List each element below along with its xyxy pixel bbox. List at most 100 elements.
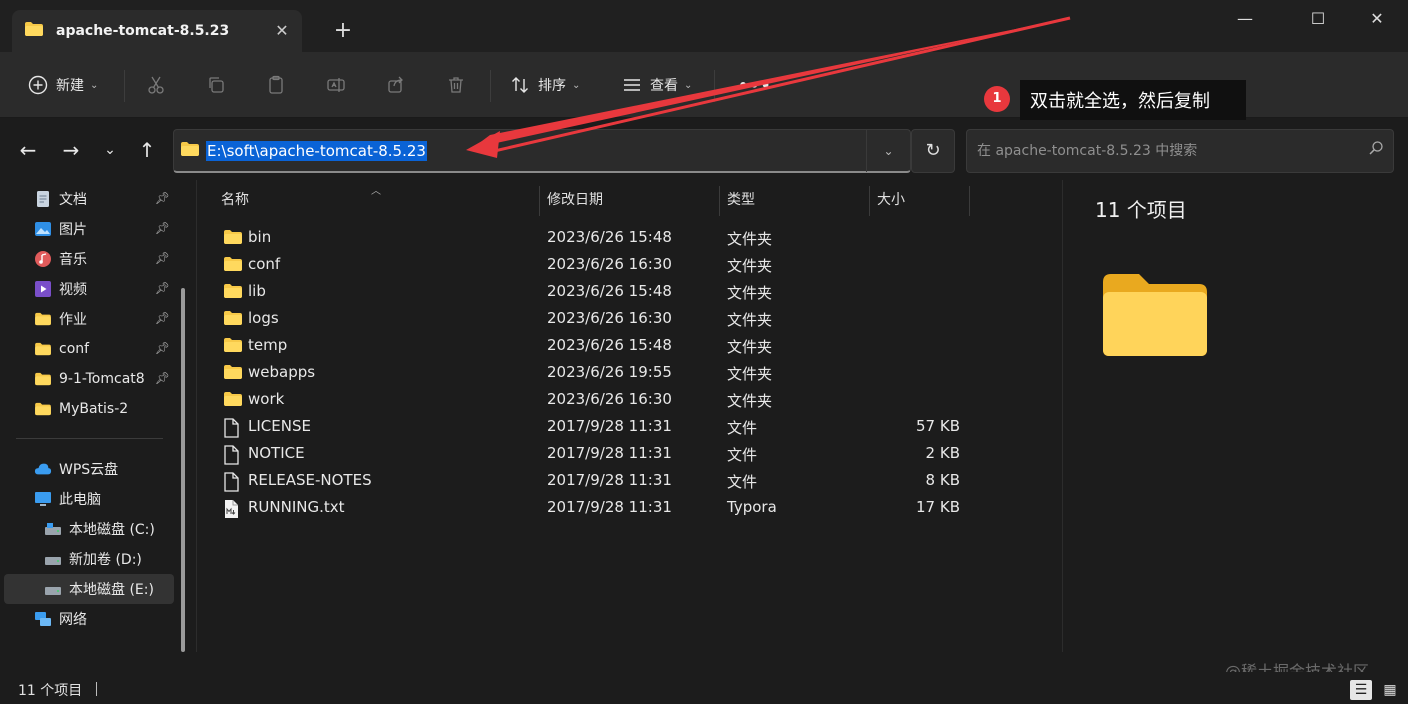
- pin-icon[interactable]: 📌︎: [155, 281, 170, 295]
- new-button[interactable]: 新建 ⌄: [26, 70, 98, 100]
- file-row[interactable]: webapps 2023/6/26 19:55 文件夹: [197, 360, 1063, 387]
- paste-button[interactable]: [264, 70, 288, 100]
- search-box[interactable]: [966, 129, 1394, 173]
- pin-icon[interactable]: 📌︎: [155, 311, 170, 325]
- file-row[interactable]: work 2023/6/26 16:30 文件夹: [197, 387, 1063, 414]
- pin-icon[interactable]: 📌︎: [155, 191, 170, 205]
- column-header-size[interactable]: 大小: [877, 190, 905, 218]
- column-header-name[interactable]: 名称: [221, 190, 249, 218]
- file-row[interactable]: RELEASE-NOTES 2017/9/28 11:31 文件 8 KB: [197, 468, 1063, 495]
- file-date: 2017/9/28 11:31: [547, 498, 672, 516]
- sidebar-scrollbar[interactable]: [181, 288, 185, 652]
- details-view-icon[interactable]: ☰: [1350, 680, 1372, 700]
- tab-close-icon[interactable]: ✕: [272, 21, 292, 41]
- sidebar-divider: [16, 438, 163, 439]
- file-row[interactable]: bin 2023/6/26 15:48 文件夹: [197, 225, 1063, 252]
- folder-icon: [223, 256, 243, 276]
- pin-icon[interactable]: 📌︎: [155, 251, 170, 265]
- sidebar-item-tomcat8[interactable]: 9-1-Tomcat8 📌︎: [4, 364, 174, 394]
- file-row[interactable]: LICENSE 2017/9/28 11:31 文件 57 KB: [197, 414, 1063, 441]
- file-date: 2023/6/26 16:30: [547, 390, 672, 408]
- toolbar-divider: [714, 70, 715, 102]
- column-divider[interactable]: [719, 186, 720, 216]
- sidebar-item-drive-d[interactable]: 新加卷 (D:): [4, 544, 174, 574]
- folder-icon: [223, 310, 243, 330]
- address-dropdown-chevron-icon[interactable]: ⌄: [866, 130, 910, 172]
- search-input[interactable]: [977, 143, 1357, 159]
- new-label: 新建: [56, 78, 84, 94]
- sidebar-item-drive-e[interactable]: 本地磁盘 (E:): [4, 574, 174, 604]
- sidebar-item-mybatis[interactable]: MyBatis-2: [4, 394, 174, 424]
- drive-icon: [44, 520, 62, 538]
- address-path-selected[interactable]: E:\soft\apache-tomcat-8.5.23: [206, 140, 427, 161]
- sidebar-item-conf[interactable]: conf 📌︎: [4, 334, 174, 364]
- file-type: 文件: [727, 419, 758, 437]
- file-name: RUNNING.txt: [248, 498, 345, 516]
- file-list: ︿ 名称 修改日期 类型 大小 bin 2023/6/26 15:48 文件夹 …: [196, 180, 1062, 652]
- column-divider[interactable]: [869, 186, 870, 216]
- file-row[interactable]: lib 2023/6/26 15:48 文件夹: [197, 279, 1063, 306]
- sidebar-item-videos[interactable]: 视频 📌︎: [4, 274, 174, 304]
- large-icons-view-icon[interactable]: ▦: [1380, 680, 1400, 700]
- pin-icon[interactable]: 📌︎: [155, 341, 170, 355]
- rename-icon: [324, 73, 348, 97]
- folder-icon: [34, 370, 52, 388]
- pin-icon[interactable]: 📌︎: [155, 371, 170, 385]
- sidebar-item-homework[interactable]: 作业 📌︎: [4, 304, 174, 334]
- toolbar-divider: [490, 70, 491, 102]
- sidebar-item-documents[interactable]: 文档 📌︎: [4, 184, 174, 214]
- share-icon: [384, 73, 408, 97]
- more-options-button[interactable]: •••: [738, 70, 772, 100]
- video-icon: [34, 280, 52, 298]
- cut-button[interactable]: [144, 70, 168, 100]
- sidebar-item-label: 作业: [59, 312, 87, 328]
- address-bar[interactable]: E:\soft\apache-tomcat-8.5.23 ⌄: [173, 129, 911, 173]
- sidebar-item-pictures[interactable]: 图片 📌︎: [4, 214, 174, 244]
- file-date: 2017/9/28 11:31: [547, 417, 672, 435]
- column-divider[interactable]: [969, 186, 970, 216]
- column-header-type[interactable]: 类型: [727, 190, 755, 218]
- copy-button[interactable]: [204, 70, 228, 100]
- large-folder-icon: [1101, 272, 1209, 362]
- computer-icon: [34, 490, 52, 508]
- tab-apache-tomcat[interactable]: apache-tomcat-8.5.23 ✕: [12, 10, 302, 52]
- file-size: 8 KB: [925, 471, 960, 489]
- chevron-down-icon: ⌄: [684, 79, 693, 91]
- sidebar-item-wps-cloud[interactable]: WPS云盘: [4, 454, 174, 484]
- sidebar-item-music[interactable]: 音乐 📌︎: [4, 244, 174, 274]
- file-name: bin: [248, 228, 272, 246]
- sidebar-item-network[interactable]: 网络: [4, 604, 174, 634]
- file-type: 文件夹: [727, 311, 773, 329]
- minimize-button[interactable]: —: [1222, 4, 1268, 34]
- maximize-button[interactable]: ☐: [1295, 4, 1341, 34]
- sort-button[interactable]: 排序 ⌄: [508, 70, 580, 100]
- file-row[interactable]: RUNNING.txt 2017/9/28 11:31 Typora 17 KB: [197, 495, 1063, 522]
- column-header-date[interactable]: 修改日期: [547, 190, 603, 218]
- pin-icon[interactable]: 📌︎: [155, 221, 170, 235]
- file-row[interactable]: logs 2023/6/26 16:30 文件夹: [197, 306, 1063, 333]
- column-divider[interactable]: [539, 186, 540, 216]
- folder-icon: [34, 310, 52, 328]
- file-row[interactable]: conf 2023/6/26 16:30 文件夹: [197, 252, 1063, 279]
- rename-button[interactable]: [324, 70, 348, 100]
- file-name: lib: [248, 282, 266, 300]
- back-arrow-icon[interactable]: ←: [14, 136, 42, 164]
- sidebar-item-label: WPS云盘: [59, 462, 119, 478]
- recent-locations-chevron-icon[interactable]: ⌄: [96, 136, 124, 164]
- refresh-icon[interactable]: ↻: [911, 129, 955, 173]
- up-arrow-icon[interactable]: ↑: [133, 136, 161, 164]
- file-type: 文件夹: [727, 392, 773, 410]
- view-button[interactable]: 查看 ⌄: [620, 70, 692, 100]
- sidebar-item-this-pc[interactable]: 此电脑: [4, 484, 174, 514]
- forward-arrow-icon[interactable]: →: [57, 136, 85, 164]
- file-size: 57 KB: [916, 417, 960, 435]
- chevron-down-icon: ⌄: [90, 79, 99, 91]
- file-row[interactable]: temp 2023/6/26 15:48 文件夹: [197, 333, 1063, 360]
- share-button[interactable]: [384, 70, 408, 100]
- close-button[interactable]: ✕: [1354, 4, 1400, 34]
- new-tab-button[interactable]: +: [330, 18, 356, 44]
- file-row[interactable]: NOTICE 2017/9/28 11:31 文件 2 KB: [197, 441, 1063, 468]
- file-name: webapps: [248, 363, 316, 381]
- sidebar-item-drive-c[interactable]: 本地磁盘 (C:): [4, 514, 174, 544]
- delete-button[interactable]: [444, 70, 468, 100]
